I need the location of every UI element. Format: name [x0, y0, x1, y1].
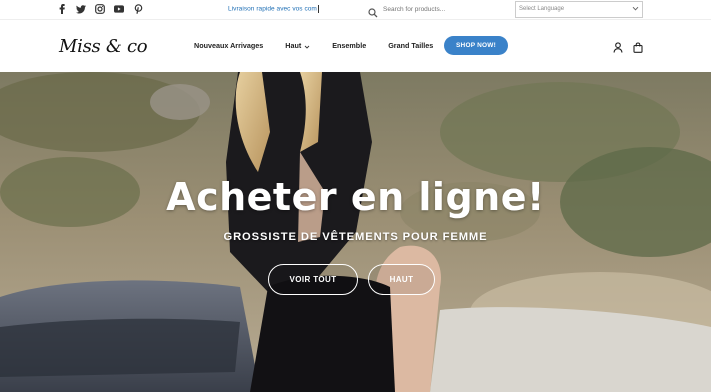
- youtube-icon[interactable]: [114, 3, 124, 15]
- nav-item-ensemble[interactable]: Ensemble: [332, 41, 366, 50]
- site-logo[interactable]: Miss & co: [59, 36, 148, 57]
- search-input[interactable]: [383, 6, 503, 13]
- account-icon[interactable]: [613, 40, 623, 53]
- main-nav: Nouveaux Arrivages Haut Ensemble Grand T…: [194, 41, 455, 50]
- social-links: [57, 3, 143, 15]
- search-bar: [368, 2, 508, 17]
- nav-item-label: Haut: [285, 41, 302, 50]
- instagram-icon[interactable]: [95, 3, 105, 15]
- voir-tout-button[interactable]: VOIR TOUT: [268, 264, 358, 295]
- language-select-value: Select Language: [519, 6, 565, 12]
- chevron-down-icon: [304, 43, 310, 49]
- nav-item-haut[interactable]: Haut: [285, 41, 310, 50]
- pinterest-icon[interactable]: [133, 3, 143, 15]
- language-select[interactable]: Select Language: [515, 1, 643, 18]
- hero-banner: Acheter en ligne! GROSSISTE DE VÊTEMENTS…: [0, 72, 711, 392]
- twitter-icon[interactable]: [76, 3, 86, 15]
- hero-subtitle: GROSSISTE DE VÊTEMENTS POUR FEMME: [223, 231, 488, 243]
- chevron-down-icon: [632, 5, 639, 12]
- nav-item-nouveaux-arrivages[interactable]: Nouveaux Arrivages: [194, 41, 263, 50]
- nav-item-label: Grand Tailles: [388, 41, 434, 50]
- text-caret: [317, 5, 319, 13]
- nav-item-grand-tailles[interactable]: Grand Tailles: [388, 41, 433, 50]
- nav-item-label: Ensemble: [332, 41, 367, 50]
- shop-now-button[interactable]: SHOP NOW!: [444, 36, 508, 55]
- hero-title: Acheter en ligne!: [166, 175, 545, 219]
- header-icons: [613, 40, 643, 53]
- haut-button[interactable]: HAUT: [368, 264, 435, 295]
- cart-icon[interactable]: [633, 40, 643, 53]
- facebook-icon[interactable]: [57, 3, 67, 15]
- search-icon[interactable]: [368, 5, 378, 17]
- top-bar: Livraison rapide avec vos com Select Lan…: [0, 0, 711, 20]
- ticker-text: Livraison rapide avec vos com: [228, 5, 317, 13]
- nav-item-label: Nouveaux Arrivages: [194, 41, 264, 50]
- announcement-ticker: Livraison rapide avec vos com: [228, 5, 319, 13]
- site-header: Miss & co Nouveaux Arrivages Haut Ensemb…: [0, 20, 711, 72]
